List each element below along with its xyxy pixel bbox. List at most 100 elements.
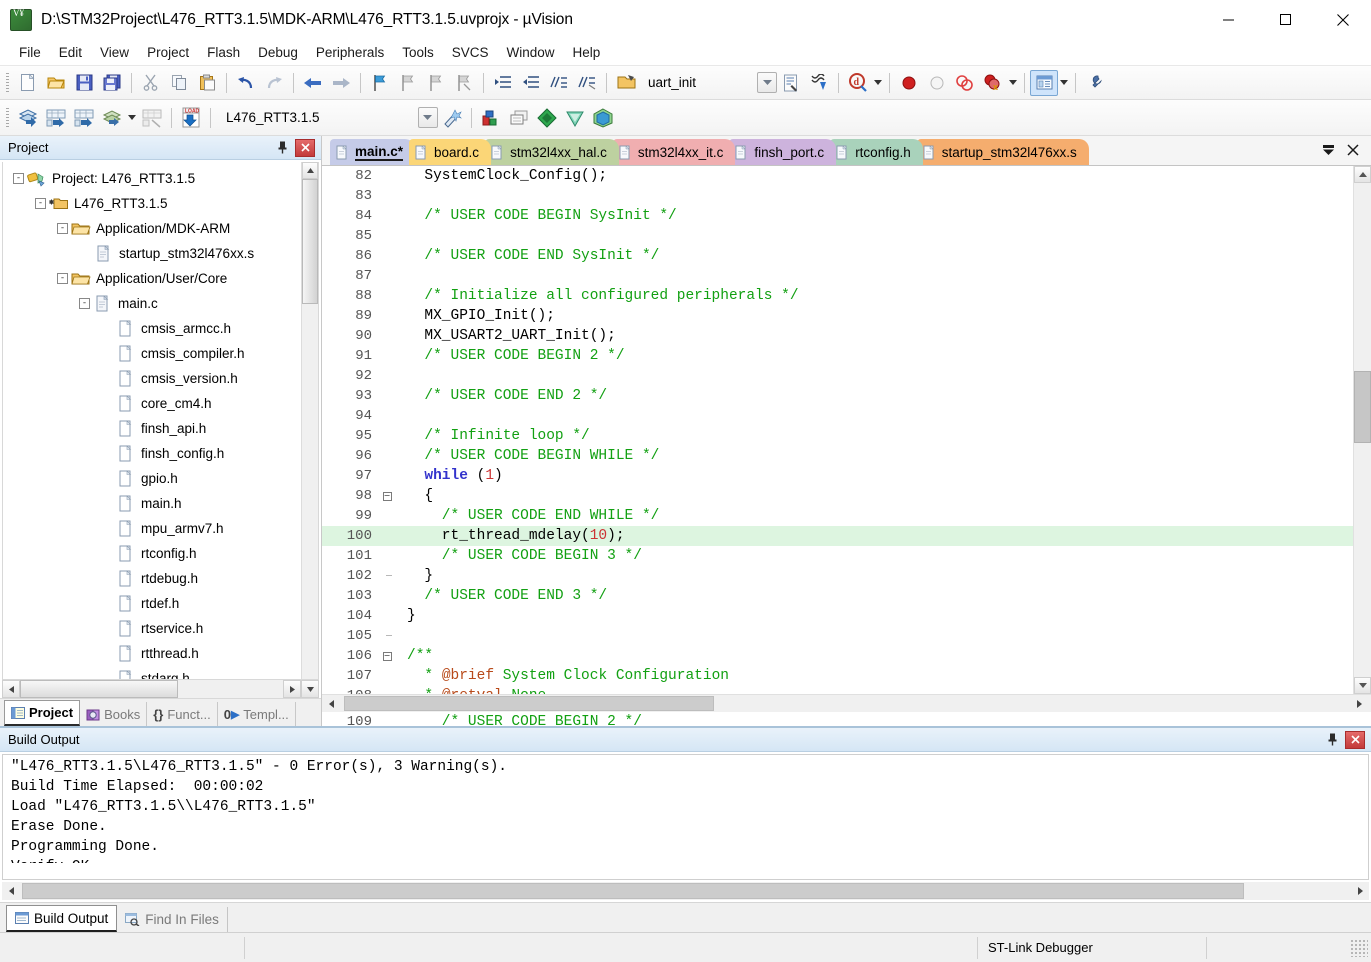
- close-button[interactable]: [1314, 0, 1371, 40]
- code-line[interactable]: 107 * @brief System Clock Configuration: [322, 666, 1353, 686]
- menu-project[interactable]: Project: [138, 42, 198, 63]
- tree-expander-icon[interactable]: -: [13, 173, 24, 184]
- scroll-right-arrow[interactable]: [283, 680, 301, 698]
- editor-tab-stm32l4xx-hal-c[interactable]: stm32l4xx_hal.c: [485, 139, 619, 165]
- multi-project-icon[interactable]: [505, 105, 533, 131]
- editor-hscrollbar[interactable]: [322, 694, 1371, 713]
- manage-windows-dropdown-arrow[interactable]: [1058, 71, 1070, 95]
- close-icon[interactable]: [1347, 144, 1359, 156]
- editor-tab-finsh-port-c[interactable]: finsh_port.c: [729, 139, 837, 165]
- scroll-left-arrow[interactable]: [2, 680, 20, 698]
- disable-breakpoint-icon[interactable]: [923, 70, 951, 96]
- build-target-icon[interactable]: [42, 105, 70, 131]
- download-to-flash-icon[interactable]: LOAD: [177, 105, 205, 131]
- insert-include-icon[interactable]: [805, 70, 833, 96]
- editor-tab-startup-stm32l476xx-s[interactable]: startup_stm32l476xx.s: [916, 139, 1089, 165]
- debug-dropdown-arrow[interactable]: [872, 71, 884, 95]
- menu-window[interactable]: Window: [497, 42, 563, 63]
- menu-edit[interactable]: Edit: [50, 42, 91, 63]
- project-tree-hscrollbar[interactable]: [2, 680, 319, 698]
- scroll-left-arrow[interactable]: [322, 695, 340, 712]
- code-line[interactable]: 106− /**: [322, 646, 1353, 666]
- build-toolbar-grip[interactable]: [6, 107, 9, 128]
- scroll-up-arrow[interactable]: [302, 162, 318, 179]
- code-line[interactable]: 93 /* USER CODE END 2 */: [322, 386, 1353, 406]
- uncomment-lines-icon[interactable]: [573, 70, 601, 96]
- tree-item[interactable]: core_cm4.h: [3, 391, 301, 416]
- rebuild-all-icon[interactable]: [70, 105, 98, 131]
- fold-gutter[interactable]: −: [378, 491, 396, 501]
- tree-item[interactable]: - Application/MDK-ARM: [3, 216, 301, 241]
- tab-books[interactable]: Books: [80, 702, 148, 726]
- navigate-forward-icon[interactable]: [327, 70, 355, 96]
- bookmark-clear-icon[interactable]: [450, 70, 478, 96]
- breakpoints-dropdown-arrow[interactable]: [1007, 71, 1019, 95]
- tree-item[interactable]: cmsis_compiler.h: [3, 341, 301, 366]
- tab-find-in-files[interactable]: Find In Files: [117, 907, 228, 932]
- build-output-hscrollbar[interactable]: [2, 882, 1369, 900]
- tree-item[interactable]: rtdebug.h: [3, 566, 301, 591]
- scroll-thumb[interactable]: [302, 179, 318, 304]
- target-options-icon[interactable]: [438, 105, 466, 131]
- scroll-left-arrow[interactable]: [2, 882, 20, 900]
- save-icon[interactable]: [70, 70, 98, 96]
- target-selector-dropdown[interactable]: [417, 107, 438, 128]
- code-line[interactable]: 95 /* Infinite loop */: [322, 426, 1353, 446]
- code-line[interactable]: 104}: [322, 606, 1353, 626]
- tree-item[interactable]: - Application/User/Core: [3, 266, 301, 291]
- code-line[interactable]: 98− {: [322, 486, 1353, 506]
- tree-item[interactable]: main.h: [3, 491, 301, 516]
- open-folder-goto-icon[interactable]: [612, 70, 640, 96]
- batch-build-icon[interactable]: [98, 105, 126, 131]
- hscroll-track[interactable]: [340, 695, 1347, 713]
- code-line[interactable]: 96 /* USER CODE BEGIN WHILE */: [322, 446, 1353, 466]
- kill-all-breakpoints-icon[interactable]: x: [979, 70, 1007, 96]
- code-line[interactable]: 105: [322, 626, 1353, 646]
- build-output-text[interactable]: "L476_RTT3.1.5\L476_RTT3.1.5" - 0 Error(…: [2, 754, 1369, 880]
- tree-item[interactable]: cmsis_version.h: [3, 366, 301, 391]
- bookmark-next-icon[interactable]: [422, 70, 450, 96]
- tree-item[interactable]: rtthread.h: [3, 641, 301, 666]
- comment-lines-icon[interactable]: [545, 70, 573, 96]
- configure-tools-icon[interactable]: [1081, 70, 1109, 96]
- cut-icon[interactable]: [137, 70, 165, 96]
- stop-build-icon[interactable]: [138, 105, 166, 131]
- code-line[interactable]: 89 MX_GPIO_Init();: [322, 306, 1353, 326]
- pack-installer-icon[interactable]: [533, 105, 561, 131]
- code-line[interactable]: 97 while (1): [322, 466, 1353, 486]
- code-line[interactable]: 85: [322, 226, 1353, 246]
- scroll-right-arrow[interactable]: [1347, 695, 1371, 712]
- tree-expander-icon[interactable]: -: [79, 298, 90, 309]
- tab-templates[interactable]: 0 ▶ Templ...: [218, 702, 296, 726]
- fold-collapse-icon[interactable]: −: [382, 491, 392, 501]
- close-icon[interactable]: [1345, 730, 1365, 749]
- menu-debug[interactable]: Debug: [249, 42, 307, 63]
- hscroll-thumb[interactable]: [20, 680, 178, 698]
- tree-item[interactable]: rtconfig.h: [3, 541, 301, 566]
- tree-expander-icon[interactable]: -: [57, 223, 68, 234]
- fold-gutter[interactable]: −: [378, 651, 396, 661]
- insert-breakpoint-icon[interactable]: [895, 70, 923, 96]
- editor-tab-main-c-[interactable]: main.c*: [330, 139, 416, 165]
- tree-item[interactable]: rtservice.h: [3, 616, 301, 641]
- code-line[interactable]: 101 /* USER CODE BEGIN 3 */: [322, 546, 1353, 566]
- close-icon[interactable]: [295, 138, 315, 157]
- configuration-wizard-icon[interactable]: [777, 70, 805, 96]
- editor-tab-board-c[interactable]: board.c: [409, 139, 492, 165]
- disable-all-breakpoints-icon[interactable]: [951, 70, 979, 96]
- menu-peripherals[interactable]: Peripherals: [307, 42, 393, 63]
- code-line[interactable]: 90 MX_USART2_UART_Init();: [322, 326, 1353, 346]
- open-file-icon[interactable]: [42, 70, 70, 96]
- code-line[interactable]: 83: [322, 186, 1353, 206]
- debug-session-icon[interactable]: d: [844, 70, 872, 96]
- code-line[interactable]: 108 * @retval None: [322, 686, 1353, 694]
- menu-tools[interactable]: Tools: [393, 42, 443, 63]
- code-line[interactable]: 99 /* USER CODE END WHILE */: [322, 506, 1353, 526]
- tab-project[interactable]: Project: [4, 700, 81, 726]
- function-combo-dropdown[interactable]: [757, 72, 778, 93]
- project-tree[interactable]: - Project: L476_RTT3.1.5 - L476_RTT3.1.5 - Ap…: [3, 162, 301, 679]
- tree-expander-icon[interactable]: -: [35, 198, 46, 209]
- tab-functions[interactable]: {} Funct...: [147, 702, 218, 726]
- code-line[interactable]: 103 /* USER CODE END 3 */: [322, 586, 1353, 606]
- tree-item[interactable]: - main.c: [3, 291, 301, 316]
